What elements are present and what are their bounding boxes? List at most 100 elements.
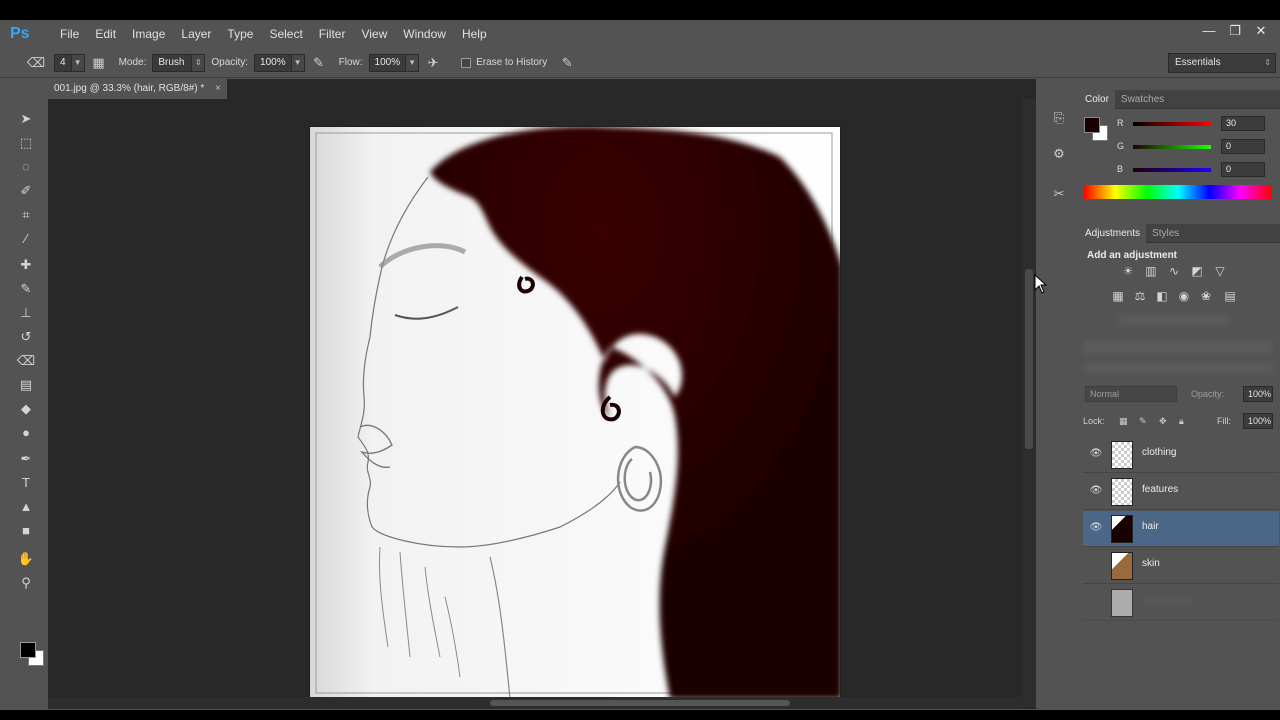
workspace-select[interactable]: Essentials ⇕ [1168,53,1276,73]
zoom-tool-icon[interactable]: ⚲ [14,572,38,594]
lock-position-icon[interactable]: ✥ [1159,412,1167,430]
close-window-button[interactable]: ✕ [1248,20,1274,42]
quick-selection-tool-icon[interactable]: ✐ [14,180,38,202]
red-value-input[interactable]: 30 [1221,116,1265,131]
history-panel-icon[interactable]: ⎘ [1049,108,1069,128]
erase-to-history-checkbox[interactable] [461,57,472,68]
clone-stamp-tool-icon[interactable]: ⊥ [14,302,38,324]
document-tab[interactable]: 001.jpg @ 33.3% (hair, RGB/8#) * × [48,79,227,99]
pen-tool-icon[interactable]: ✒ [14,448,38,470]
layer-row-hair[interactable]: 👁︎ hair [1083,511,1279,547]
horizontal-scroll-thumb[interactable] [490,700,790,706]
pressure-size-icon[interactable]: ✎ [557,53,577,73]
mode-select[interactable]: Brush [152,53,193,72]
flow-input[interactable]: 100% [368,53,407,72]
curves-icon[interactable]: ∿ [1165,262,1183,280]
channel-mixer-icon[interactable]: ❀ [1197,287,1215,305]
vertical-scroll-thumb[interactable] [1025,269,1033,449]
lasso-tool-icon[interactable]: ◌ [14,156,38,178]
levels-icon[interactable]: ▥ [1142,262,1160,280]
minimize-button[interactable]: — [1196,20,1222,42]
visibility-eye-icon[interactable]: 👁︎ [1089,447,1103,461]
vibrance-icon[interactable]: ▽ [1211,262,1229,280]
color-balance-icon[interactable]: ⚖ [1131,287,1149,305]
tab-swatches[interactable]: Swatches [1115,90,1170,109]
menu-edit[interactable]: Edit [87,20,124,48]
layer-row-clothing[interactable]: 👁︎ clothing [1083,437,1279,473]
photo-filter-icon[interactable]: ◉ [1175,287,1193,305]
visibility-eye-icon[interactable]: 👁︎ [1089,484,1103,498]
airbrush-icon[interactable]: ✈ [423,53,443,73]
document-area: 001.jpg @ 33.3% (hair, RGB/8#) * × [48,79,1036,709]
hand-tool-icon[interactable]: ✋ [14,548,38,570]
properties-panel-icon[interactable]: ⚙ [1049,144,1069,164]
foreground-color-swatch[interactable] [20,642,36,658]
horizontal-scrollbar[interactable] [48,697,1022,709]
brush-picker-chevron-icon[interactable]: ▼ [70,53,85,72]
eyedropper-tool-icon[interactable]: ⁄ [14,228,38,250]
opacity-input[interactable]: 100% [254,53,292,72]
path-selection-tool-icon[interactable]: ▲ [14,496,38,518]
menu-layer[interactable]: Layer [173,20,219,48]
vertical-scrollbar[interactable] [1022,99,1036,707]
restore-button[interactable]: ❐ [1222,20,1248,42]
type-tool-icon[interactable]: T [14,472,38,494]
color-lookup-icon[interactable]: ▤ [1221,287,1239,305]
blue-slider-track[interactable] [1133,168,1211,172]
flow-chevron-icon[interactable]: ▼ [405,53,420,72]
fill-input[interactable]: 100% [1243,413,1273,429]
panel-foreground-swatch[interactable] [1084,117,1100,133]
rectangle-tool-icon[interactable]: ■ [14,520,38,542]
close-document-icon[interactable]: × [215,83,221,94]
brush-tool-icon[interactable]: ✎ [14,278,38,300]
opacity-chevron-icon[interactable]: ▼ [290,53,305,72]
pressure-opacity-icon[interactable]: ✎ [309,53,329,73]
color-spectrum-bar[interactable] [1084,185,1272,199]
history-brush-tool-icon[interactable]: ↺ [14,326,38,348]
blue-value-input[interactable]: 0 [1221,162,1265,177]
menu-image[interactable]: Image [124,20,173,48]
black-white-icon[interactable]: ◧ [1153,287,1171,305]
lock-transparency-icon[interactable]: ▦ [1119,412,1128,430]
canvas[interactable] [309,126,841,698]
menu-window[interactable]: Window [395,20,454,48]
menu-view[interactable]: View [353,20,395,48]
mode-chevron-icon[interactable]: ⇕ [191,53,206,72]
dodge-tool-icon[interactable]: ● [14,422,38,444]
red-slider-track[interactable] [1133,122,1211,126]
visibility-hidden-box[interactable] [1089,558,1103,572]
eraser-tool-preset-icon[interactable]: ⌫ [26,53,46,73]
lock-pixels-icon[interactable]: ✎ [1139,412,1147,430]
menu-file[interactable]: File [52,20,87,48]
blur-tool-icon[interactable]: ◆ [14,398,38,420]
menu-filter[interactable]: Filter [311,20,354,48]
exposure-icon[interactable]: ◩ [1188,262,1206,280]
layer-row-features[interactable]: 👁︎ features [1083,474,1279,510]
gradient-tool-icon[interactable]: ▤ [14,374,38,396]
brush-size-picker[interactable]: 4 [54,53,72,72]
menu-help[interactable]: Help [454,20,495,48]
layer-row-background[interactable] [1083,585,1279,621]
brush-panel-toggle-icon[interactable]: ▦ [89,53,109,73]
brightness-contrast-icon[interactable]: ☀ [1119,262,1137,280]
tab-adjustments[interactable]: Adjustments [1079,223,1147,243]
green-slider-track[interactable] [1133,145,1211,149]
tab-styles[interactable]: Styles [1146,224,1185,243]
blend-mode-select[interactable]: Normal [1085,386,1177,402]
hue-saturation-icon[interactable]: ▦ [1109,287,1127,305]
tab-color[interactable]: Color [1079,89,1115,109]
layer-opacity-input[interactable]: 100% [1243,386,1273,402]
crop-tool-icon[interactable]: ⌗ [14,204,38,226]
opacity-label: Opacity: [211,57,249,68]
tool-presets-panel-icon[interactable]: ✂ [1049,184,1069,204]
menu-select[interactable]: Select [261,20,310,48]
green-value-input[interactable]: 0 [1221,139,1265,154]
menu-type[interactable]: Type [219,20,261,48]
healing-brush-tool-icon[interactable]: ✚ [14,254,38,276]
eraser-tool-icon[interactable]: ⌫ [14,350,38,372]
lock-all-icon[interactable]: 🔒︎ [1179,412,1184,430]
move-tool-icon[interactable]: ➤ [14,108,38,130]
marquee-tool-icon[interactable]: ⬚ [14,132,38,154]
layer-row-skin[interactable]: skin [1083,548,1279,584]
visibility-eye-icon[interactable]: 👁︎ [1089,521,1103,535]
